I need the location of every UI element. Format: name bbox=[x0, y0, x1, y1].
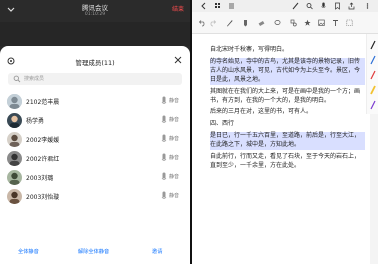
manage-members-panel: 管理成员(11) 搜索成员 2102范丰晨 静音 杨学勇 静音 2002李媛媛 … bbox=[0, 46, 190, 264]
search-input[interactable]: 搜索成员 bbox=[8, 73, 182, 85]
mute-member-button[interactable]: 静音 bbox=[169, 116, 179, 123]
more-icon[interactable] bbox=[364, 2, 371, 10]
section-heading: 四、西行 bbox=[210, 120, 235, 128]
mic-icon bbox=[161, 96, 167, 104]
mic-icon bbox=[161, 153, 167, 161]
pen-icon[interactable] bbox=[370, 100, 376, 110]
text-tool-icon[interactable] bbox=[332, 19, 339, 27]
meeting-top-bar: 腾讯会议 01:10:29 结束 bbox=[0, 0, 190, 22]
back-icon[interactable] bbox=[200, 2, 207, 10]
meeting-app: 腾讯会议 01:10:29 结束 管理成员(11) 搜索成员 2102范丰晨 静… bbox=[0, 0, 190, 264]
search-icon bbox=[13, 75, 21, 83]
close-icon[interactable] bbox=[174, 56, 182, 64]
leave-button[interactable]: 结束 bbox=[172, 4, 184, 13]
document-text: 自北宋时千秋寨，写得明白。 的寺名始见，寺中的古鸟，尤其是该寺的景物记录，旧传古… bbox=[210, 46, 365, 174]
mute-all-button[interactable]: 全体静音 bbox=[18, 248, 39, 255]
redo-icon[interactable] bbox=[210, 19, 217, 27]
pen-icon[interactable] bbox=[292, 2, 299, 10]
lasso-icon[interactable] bbox=[274, 19, 281, 27]
meeting-title: 腾讯会议 bbox=[82, 4, 108, 12]
member-name: 2003刘怡璇 bbox=[26, 194, 60, 201]
pen-palette bbox=[366, 34, 378, 114]
mic-icon bbox=[161, 115, 167, 123]
meeting-time: 01:10:29 bbox=[84, 12, 106, 17]
document-page[interactable]: 自北宋时千秋寨，写得明白。 的寺名始见，寺中的古鸟，尤其是该寺的景物记录，旧传古… bbox=[192, 34, 370, 264]
search-icon[interactable] bbox=[306, 2, 313, 10]
avatar bbox=[7, 151, 22, 166]
member-row[interactable]: 2002李媛媛 静音 bbox=[0, 130, 190, 149]
member-row[interactable]: 2003刘怡璇 静音 bbox=[0, 187, 190, 206]
image-icon[interactable] bbox=[318, 19, 325, 27]
paragraph: 自北宋时千秋寨，写得明白。 bbox=[210, 46, 289, 53]
undo-icon[interactable] bbox=[198, 19, 205, 27]
mic-icon[interactable] bbox=[320, 2, 327, 10]
mic-icon bbox=[161, 134, 167, 142]
panel-bottom-bar: 全体静音 解除全体静音 邀请 bbox=[0, 238, 190, 264]
grid-icon[interactable] bbox=[214, 2, 221, 10]
mute-member-button[interactable]: 静音 bbox=[169, 135, 179, 142]
list-icon[interactable] bbox=[228, 2, 235, 10]
member-name: 2003刘璐 bbox=[26, 175, 54, 182]
member-name: 2002李媛媛 bbox=[26, 137, 60, 144]
mic-icon bbox=[161, 191, 167, 199]
avatar bbox=[7, 94, 22, 109]
avatar bbox=[7, 189, 22, 204]
highlighter-icon[interactable] bbox=[242, 19, 249, 27]
avatar bbox=[7, 113, 22, 128]
member-name: 2002许君红 bbox=[26, 156, 60, 163]
annotation-toolbar bbox=[192, 12, 378, 34]
mute-member-button[interactable]: 静音 bbox=[169, 154, 179, 161]
unmute-all-button[interactable]: 解除全体静音 bbox=[78, 248, 109, 255]
reader-top-bar bbox=[192, 0, 378, 12]
mic-icon bbox=[161, 172, 167, 180]
video-area bbox=[0, 22, 190, 46]
highlighted-paragraph: 的寺名始见，寺中的古鸟，尤其是该寺的景物记录，旧传古人的山水风景，可见，古代如今… bbox=[210, 57, 365, 85]
highlighter-icon[interactable] bbox=[370, 85, 376, 95]
reader-app: 自北宋时千秋寨，写得明白。 的寺名始见，寺中的古鸟，尤其是该寺的景物记录，旧传古… bbox=[192, 0, 378, 264]
avatar bbox=[7, 170, 22, 185]
highlighted-paragraph: 是日已，行一千五六百里，至道路，前后是，行至大江，在此路之下，城中是，方知此地。 bbox=[210, 132, 365, 151]
paragraph: 自此前行，行而又走，看见了石块，至于今天的岩石上，直到至少，一千余里，方在此处。 bbox=[210, 153, 361, 169]
avatar bbox=[7, 132, 22, 147]
search-placeholder: 搜索成员 bbox=[24, 76, 45, 82]
panel-header: 管理成员(11) bbox=[0, 52, 190, 70]
share-icon[interactable] bbox=[348, 2, 355, 10]
invite-button[interactable]: 邀请 bbox=[152, 248, 162, 255]
member-name: 2102范丰晨 bbox=[26, 99, 60, 106]
pen-icon[interactable] bbox=[370, 55, 376, 65]
mute-member-button[interactable]: 静音 bbox=[169, 173, 179, 180]
mute-member-button[interactable]: 静音 bbox=[169, 97, 179, 104]
member-row[interactable]: 杨学勇 静音 bbox=[0, 111, 190, 130]
shapes-icon[interactable] bbox=[290, 19, 297, 27]
paragraph: 后来的三月在对，这里的书，可有人。 bbox=[210, 108, 313, 116]
member-row[interactable]: 2002许君红 静音 bbox=[0, 149, 190, 168]
bookmark-icon[interactable] bbox=[334, 2, 341, 10]
panel-title: 管理成员(11) bbox=[75, 59, 115, 67]
eraser-icon[interactable] bbox=[258, 19, 265, 27]
member-list: 2102范丰晨 静音 杨学勇 静音 2002李媛媛 静音 2002许君红 静音 … bbox=[0, 92, 190, 206]
member-row[interactable]: 2003刘璐 静音 bbox=[0, 168, 190, 187]
member-name: 杨学勇 bbox=[26, 118, 45, 125]
mute-member-button[interactable]: 静音 bbox=[169, 192, 179, 199]
select-icon[interactable] bbox=[346, 19, 353, 27]
pen-tool-icon[interactable] bbox=[226, 19, 233, 27]
member-row[interactable]: 2102范丰晨 静音 bbox=[0, 92, 190, 111]
pen-icon[interactable] bbox=[370, 40, 376, 50]
pen-icon[interactable] bbox=[370, 70, 376, 80]
paragraph: 其图就在在我们的大上来，可是在画中是我的一个方；画书，有方到，在我的一个大的，是… bbox=[210, 87, 361, 104]
star-icon[interactable] bbox=[304, 19, 311, 27]
